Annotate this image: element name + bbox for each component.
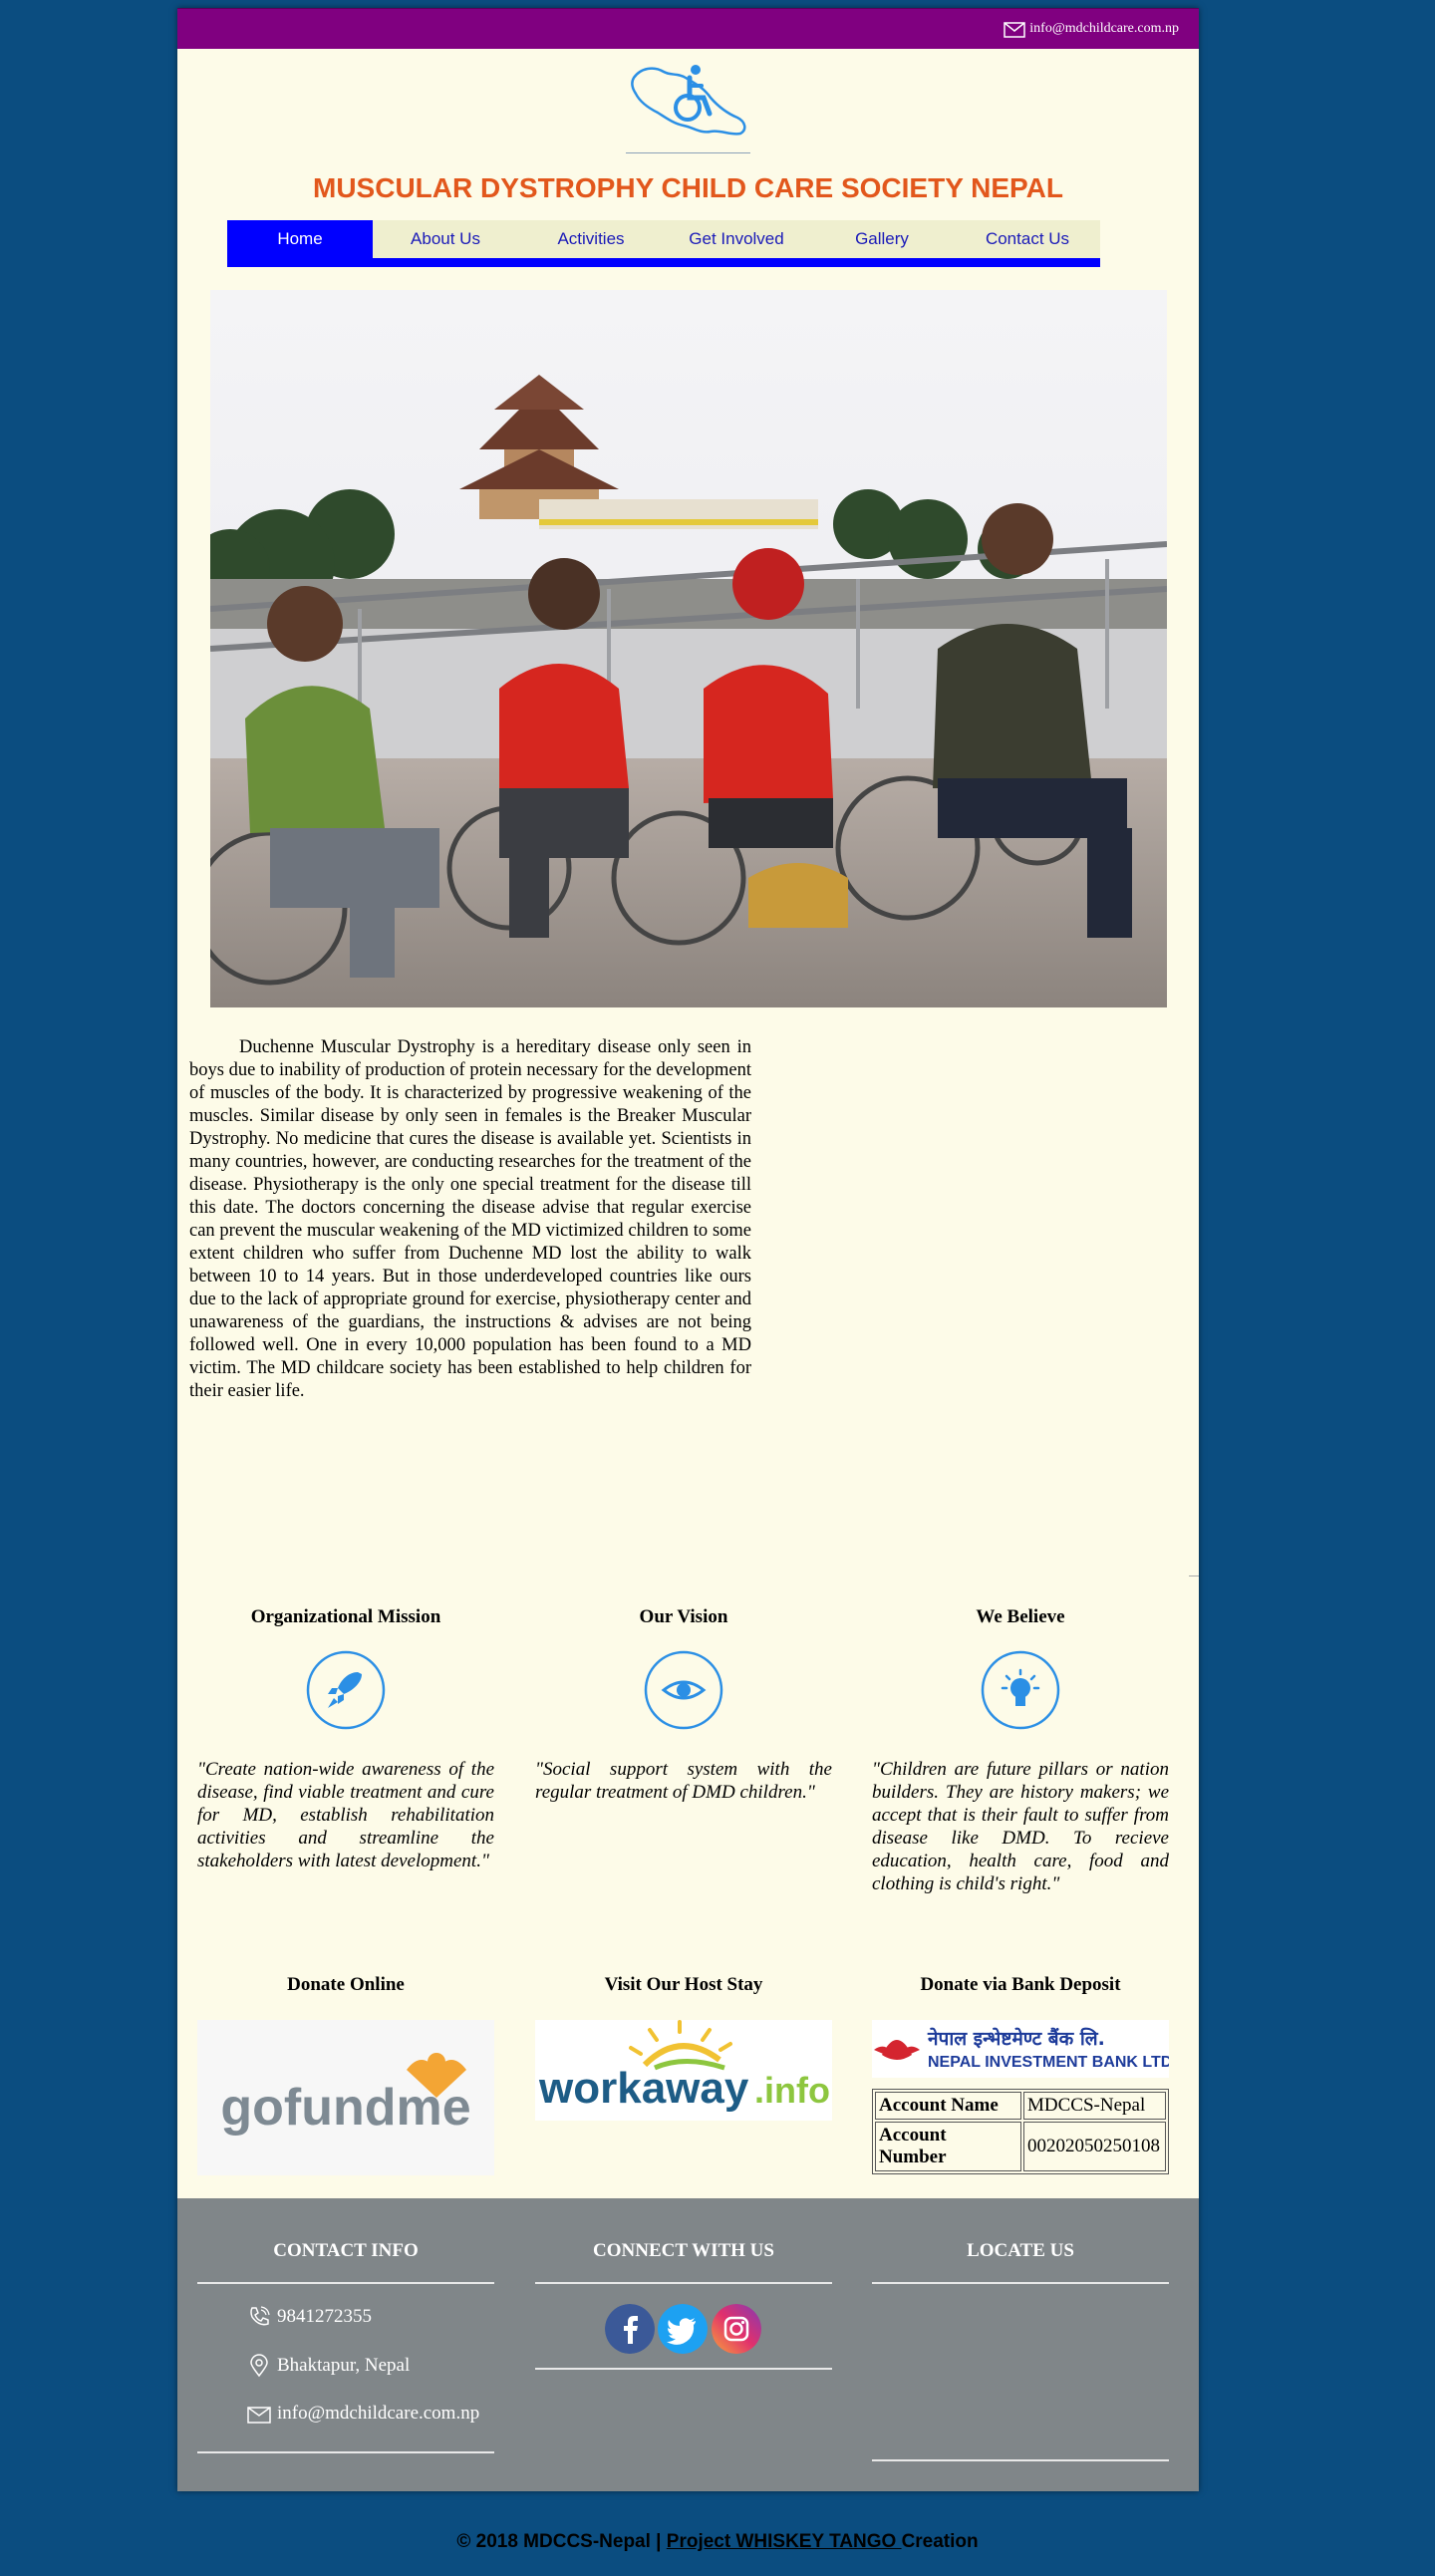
gofundme-logo[interactable]: gofundme — [197, 2020, 494, 2175]
bank-account-table: Account Name MDCCS-Nepal Account Number … — [872, 2089, 1169, 2174]
header-email-text: info@mdchildcare.com.np — [1029, 21, 1179, 36]
connect-title: CONNECT WITH US — [593, 2240, 774, 2261]
phone-icon — [250, 2306, 270, 2326]
contact-email[interactable]: info@mdchildcare.com.np — [247, 2403, 479, 2425]
bank-name-english: NEPAL INVESTMENT BANK LTD. — [928, 2054, 1169, 2071]
nav-item-contact-us[interactable]: Contact Us — [955, 220, 1100, 258]
locate-divider-bottom — [872, 2459, 1169, 2461]
contact-phone[interactable]: 9841272355 — [247, 2305, 372, 2329]
believe-quote: "Children are future pillars or nation b… — [872, 1759, 1169, 1894]
credit-suffix: Creation — [901, 2531, 979, 2552]
locate-us-title: LOCATE US — [967, 2240, 1074, 2261]
map-pin-icon — [250, 2354, 268, 2378]
workaway-logo[interactable]: workaway .info — [535, 2020, 832, 2121]
nepal-investment-bank-logo: नेपाल इन्भेष्टमेण्ट बैंक लि. NEPAL INVES… — [872, 2020, 1177, 2078]
table-row: Account Name MDCCS-Nepal — [875, 2092, 1166, 2120]
bank-name-nepali: नेपाल इन्भेष्टमेण्ट बैंक लि. — [927, 2027, 1105, 2050]
top-bar: info@mdchildcare.com.np — [177, 8, 1199, 49]
believe-title: We Believe — [976, 1606, 1065, 1627]
bank-lotus-icon: नेपाल इन्भेष्टमेण्ट बैंक लि. NEPAL INVES… — [874, 2027, 1177, 2071]
main-nav: Home About Us Activities Get Involved Ga… — [227, 220, 1100, 267]
page-container: info@mdchildcare.com.np MUSCULAR DYSTROP… — [177, 8, 1199, 2491]
facebook-icon[interactable] — [605, 2304, 655, 2354]
account-number-value: 00202050250108 — [1023, 2122, 1166, 2171]
nav-item-gallery[interactable]: Gallery — [809, 220, 955, 258]
mission-title: Organizational Mission — [250, 1606, 441, 1627]
credit-link[interactable]: Project WHISKEY TANGO — [667, 2531, 902, 2552]
connect-divider-bottom — [535, 2368, 832, 2370]
nav-item-get-involved[interactable]: Get Involved — [664, 220, 809, 258]
contact-divider-top — [197, 2282, 494, 2284]
contact-location: Bhaktapur, Nepal — [247, 2354, 410, 2378]
account-name-label: Account Name — [875, 2092, 1021, 2120]
nav-item-home[interactable]: Home — [227, 220, 373, 258]
mission-quote: "Create nation-wide awareness of the dis… — [197, 1759, 494, 1871]
bank-deposit-title: Donate via Bank Deposit — [920, 1974, 1121, 1995]
gofundme-heart-icon: gofundme — [220, 2053, 471, 2137]
envelope-icon — [1004, 22, 1026, 38]
footer: CONTACT INFO 9841272355 Bhaktapur, Nepal… — [177, 2198, 1199, 2491]
wheelchair-map-logo — [631, 65, 746, 136]
account-name-value: MDCCS-Nepal — [1023, 2092, 1166, 2120]
hero-photo — [210, 290, 1167, 1007]
locate-divider-top — [872, 2282, 1169, 2284]
contact-info-title: CONTACT INFO — [273, 2240, 419, 2261]
nav-underline-bar — [227, 258, 1100, 267]
site-credit: © 2018 MDCCS-Nepal | Project WHISKEY TAN… — [0, 2531, 1435, 2553]
site-title: MUSCULAR DYSTROPHY CHILD CARE SOCIETY NE… — [313, 172, 1063, 203]
account-number-label: Account Number — [875, 2122, 1021, 2171]
connect-divider-top — [535, 2282, 832, 2284]
logo-divider — [626, 152, 750, 153]
vision-title: Our Vision — [639, 1606, 728, 1627]
table-row: Account Number 00202050250108 — [875, 2122, 1166, 2171]
contact-email-text: info@mdchildcare.com.np — [277, 2403, 480, 2424]
contact-divider-bottom — [197, 2451, 494, 2453]
workaway-wordmark: workaway — [538, 2064, 749, 2113]
host-stay-title: Visit Our Host Stay — [604, 1974, 763, 1995]
gofundme-wordmark: gofundme — [220, 2079, 470, 2137]
hero-photo-illustration — [210, 290, 1167, 1007]
header-email-link[interactable]: info@mdchildcare.com.np — [1004, 20, 1179, 38]
rocket-icon — [306, 1650, 386, 1730]
lightbulb-icon — [981, 1650, 1060, 1730]
credit-prefix: © 2018 MDCCS-Nepal | — [456, 2531, 667, 2552]
donate-online-title: Donate Online — [287, 1974, 405, 1995]
nav-item-activities[interactable]: Activities — [518, 220, 664, 258]
vision-quote: "Social support system with the regular … — [535, 1759, 832, 1803]
twitter-icon[interactable] — [658, 2304, 708, 2354]
nav-item-about-us[interactable]: About Us — [373, 220, 518, 258]
workaway-sun-icon: workaway .info — [538, 2020, 830, 2113]
side-divider — [1189, 1575, 1199, 1576]
contact-location-text: Bhaktapur, Nepal — [277, 2355, 411, 2376]
intro-paragraph: Duchenne Muscular Dystrophy is a heredit… — [189, 1037, 751, 1401]
contact-phone-text: 9841272355 — [277, 2306, 372, 2327]
envelope-icon — [247, 2407, 271, 2424]
eye-icon — [644, 1650, 723, 1730]
workaway-suffix: .info — [754, 2070, 830, 2111]
instagram-icon[interactable] — [712, 2304, 761, 2354]
